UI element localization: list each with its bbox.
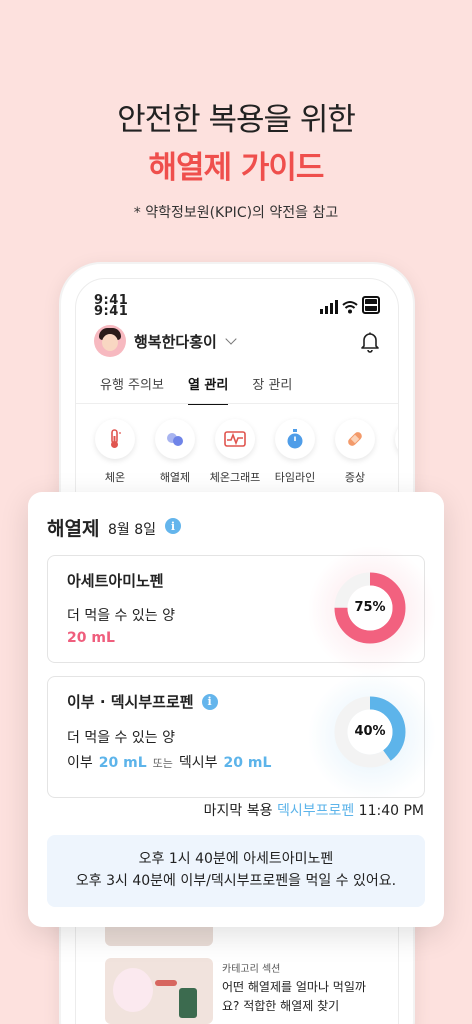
next-dose-notice: 오후 1시 40분에 아세트아미노펜 오후 3시 40분에 이부/덱시부프로펜을… bbox=[47, 835, 425, 907]
article-thumbnail bbox=[105, 958, 213, 1024]
fever-reducer-card: 해열제 8월 8일 i 아세트아미노펜 더 먹을 수 있는 양 20 mL 75… bbox=[28, 492, 444, 927]
graph-icon bbox=[224, 431, 246, 447]
drug-card-acetaminophen[interactable]: 아세트아미노펜 더 먹을 수 있는 양 20 mL 75% bbox=[47, 545, 437, 675]
profile-selector[interactable]: 행복한다홍이 bbox=[94, 325, 237, 357]
quick-timeline[interactable]: 타임라인 bbox=[272, 419, 318, 485]
hero-title-line1: 안전한 복용을 위한 bbox=[117, 102, 356, 138]
status-icons bbox=[320, 296, 380, 314]
quick-hospital[interactable]: 병원 bbox=[392, 419, 398, 485]
drug-name: 아세트아미노펜 bbox=[67, 572, 164, 590]
info-icon[interactable]: i bbox=[165, 518, 181, 534]
status-time: 9:41 9:41 bbox=[94, 293, 129, 319]
profile-name: 행복한다홍이 bbox=[134, 332, 217, 351]
tab-bar: 유행 주의보 열 관리 장 관리 bbox=[100, 374, 292, 405]
bandage-icon bbox=[348, 432, 362, 446]
drug-remaining-amount: 20 mL bbox=[67, 630, 115, 646]
wifi-icon bbox=[342, 301, 358, 314]
tab-fever[interactable]: 열 관리 bbox=[187, 374, 229, 405]
last-dose: 마지막 복용 덱시부프로펜 11:40 PM bbox=[203, 803, 424, 819]
stopwatch-icon bbox=[287, 429, 303, 449]
hero-note: * 약학정보원(KPIC)의 약전을 참고 bbox=[133, 205, 339, 221]
quick-fever-reducer[interactable]: 해열제 bbox=[152, 419, 198, 485]
drug-remaining-label: 더 먹을 수 있는 양 bbox=[67, 730, 175, 746]
article-title-line2: 요? 적합한 해열제 찾기 bbox=[222, 999, 340, 1013]
signal-icon bbox=[320, 300, 338, 314]
thermometer-icon bbox=[111, 429, 121, 448]
drug-remaining-label: 더 먹을 수 있는 양 bbox=[67, 608, 175, 624]
hero-title-line2: 해열제 가이드 bbox=[148, 150, 325, 186]
article-card[interactable]: 카테고리 섹션 어떤 해열제를 얼마나 먹일까 요? 적합한 해열제 찾기 bbox=[92, 950, 392, 1024]
article-title-line1: 어떤 해열제를 얼마나 먹일까 bbox=[222, 980, 366, 994]
quick-temperature-graph[interactable]: 체온그래프 bbox=[210, 419, 260, 485]
progress-percent: 75% bbox=[354, 600, 386, 615]
quick-menu: 체온 해열제 체온그래프 타임라인 증상 bbox=[92, 419, 398, 485]
chevron-down-icon bbox=[225, 333, 237, 345]
article-category: 카테고리 섹션 bbox=[222, 964, 281, 975]
battery-icon bbox=[362, 296, 380, 314]
bell-icon[interactable] bbox=[360, 331, 380, 353]
drug-card-ibuprofen[interactable]: 이부 · 덱시부프로펜 i 더 먹을 수 있는 양 이부 20 mL 또는 덱시… bbox=[47, 671, 437, 801]
tab-gut[interactable]: 장 관리 bbox=[252, 374, 292, 405]
pill-icon bbox=[167, 433, 183, 446]
info-icon[interactable]: i bbox=[201, 693, 218, 710]
drug-name-row: 이부 · 덱시부프로펜 i bbox=[67, 691, 218, 712]
card-date: 8월 8일 bbox=[108, 522, 157, 538]
quick-temperature[interactable]: 체온 bbox=[92, 419, 138, 485]
card-title: 해열제 bbox=[47, 518, 100, 540]
progress-percent: 40% bbox=[354, 724, 386, 739]
drug-remaining-amounts: 이부 20 mL 또는 덱시부 20 mL bbox=[67, 755, 272, 771]
tab-divider bbox=[76, 403, 398, 404]
drug-name: 이부 · 덱시부프로펜 bbox=[67, 693, 194, 711]
quick-symptoms[interactable]: 증상 bbox=[332, 419, 378, 485]
avatar bbox=[94, 325, 126, 357]
tab-epidemic[interactable]: 유행 주의보 bbox=[100, 374, 164, 405]
